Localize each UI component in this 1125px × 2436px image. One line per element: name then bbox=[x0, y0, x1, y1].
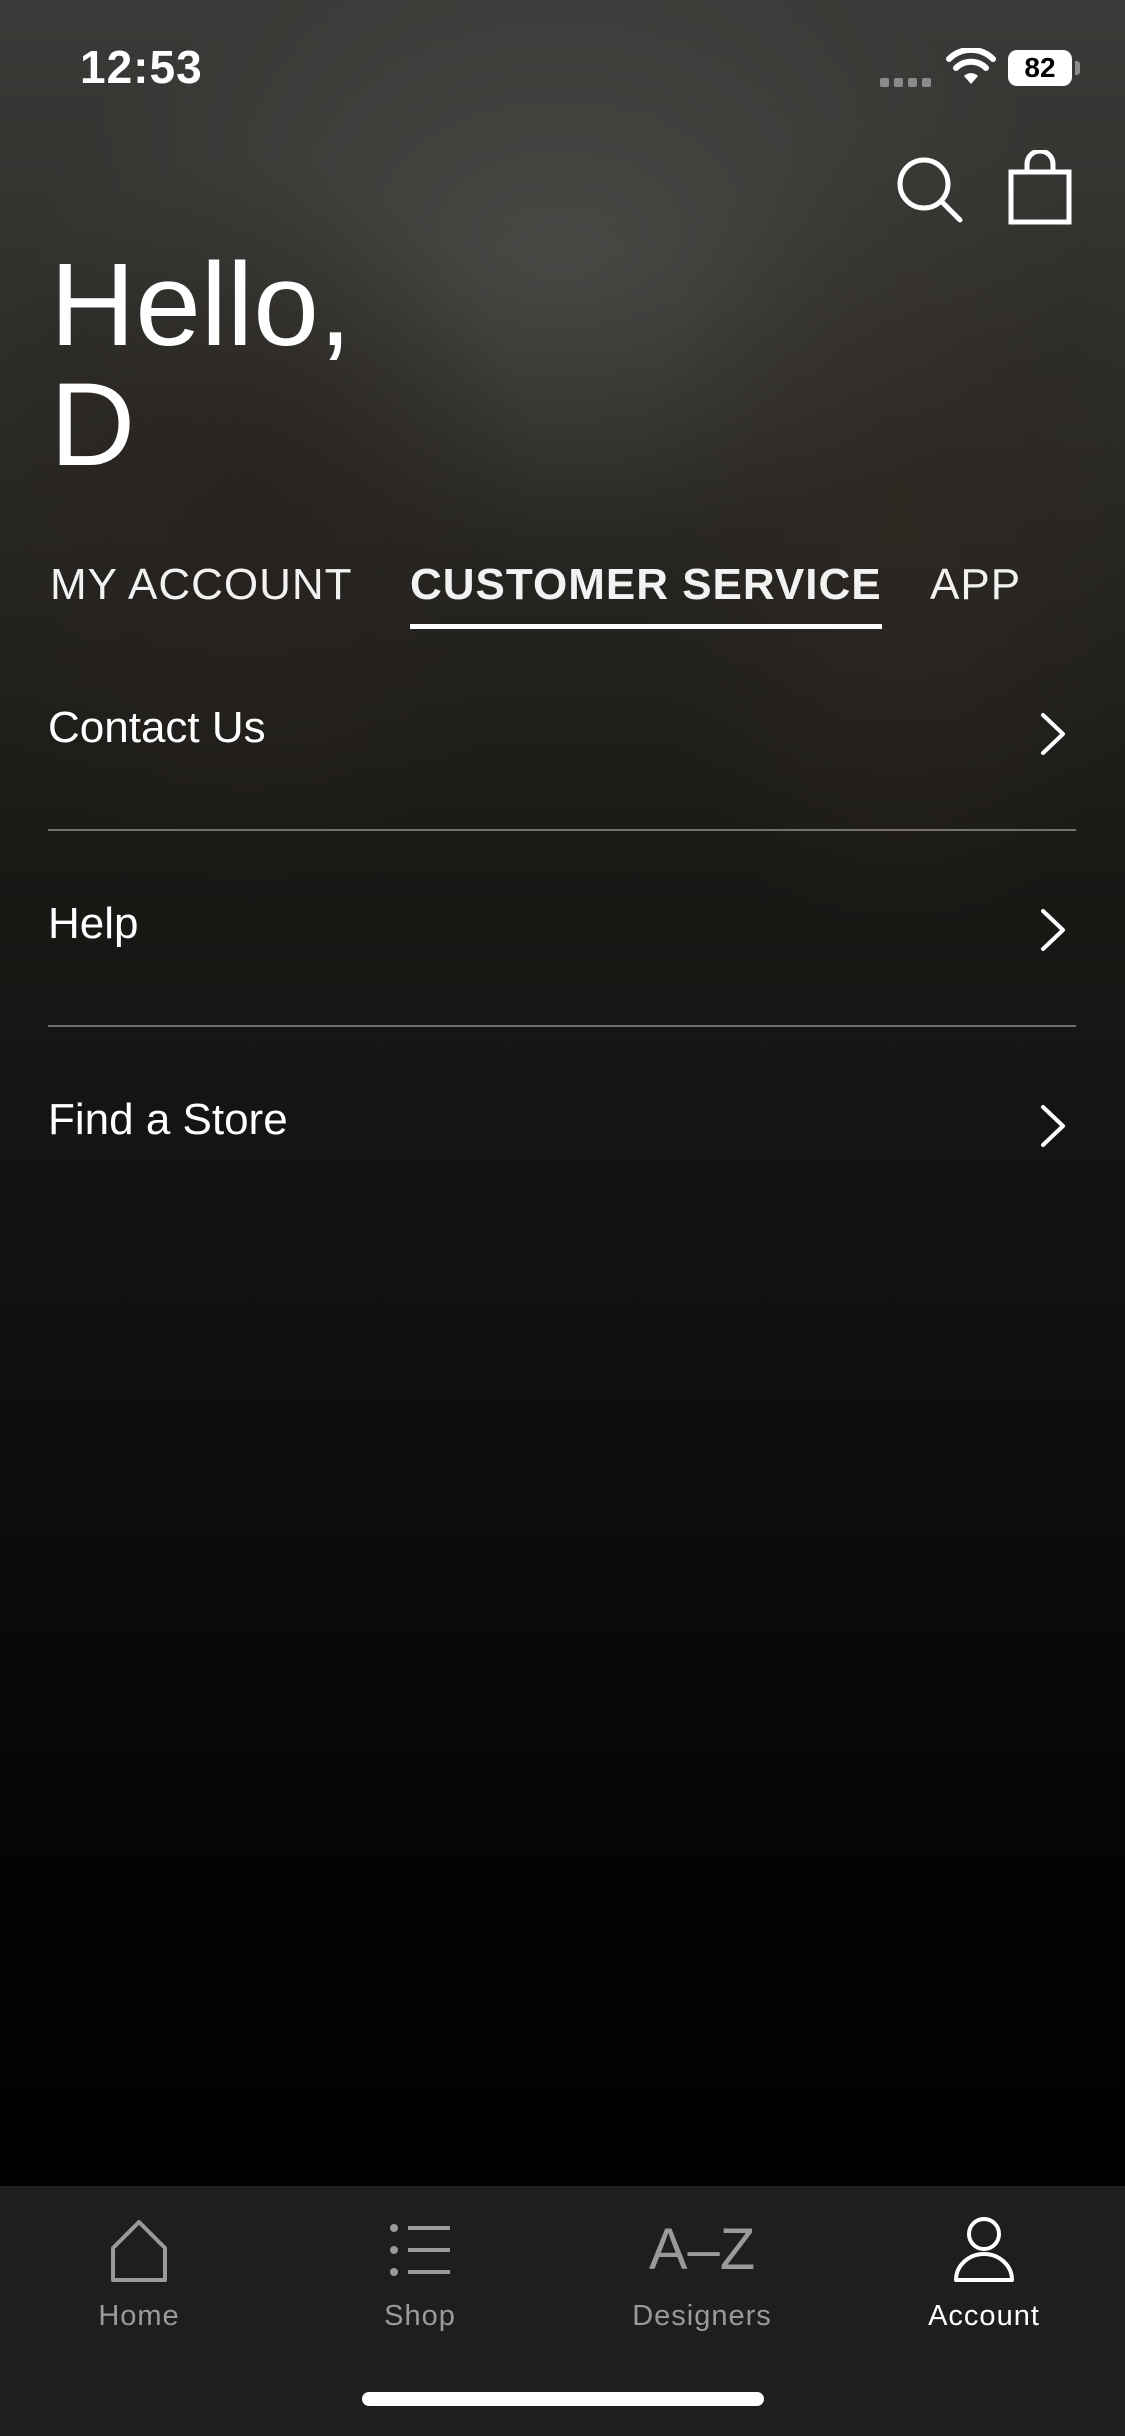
home-icon bbox=[111, 2220, 167, 2282]
chevron-right-icon bbox=[1041, 713, 1065, 755]
list-icon bbox=[390, 2224, 450, 2276]
menu-item-find-a-store[interactable]: Find a Store bbox=[48, 1027, 1076, 1221]
tab-bar-label: Designers bbox=[632, 2300, 772, 2332]
greeting: Hello, D bbox=[50, 245, 352, 485]
menu-item-contact-us[interactable]: Contact Us bbox=[48, 635, 1076, 831]
tab-my-account[interactable]: MY ACCOUNT bbox=[50, 560, 353, 610]
greeting-name: D bbox=[50, 359, 136, 491]
tab-bar-shop[interactable]: Shop bbox=[320, 2214, 520, 2344]
tab-bar-home[interactable]: Home bbox=[39, 2214, 239, 2344]
menu-item-help[interactable]: Help bbox=[48, 831, 1076, 1027]
status-bar: 12:53 82 bbox=[0, 0, 1125, 140]
bag-icon[interactable] bbox=[1003, 150, 1083, 230]
person-icon bbox=[954, 2217, 1014, 2282]
tab-bar-designers[interactable]: A–Z Designers bbox=[602, 2214, 802, 2344]
home-indicator bbox=[362, 2392, 764, 2406]
tab-bar-label: Account bbox=[928, 2300, 1040, 2332]
signal-icon bbox=[880, 74, 936, 87]
tab-bar-account[interactable]: Account bbox=[884, 2214, 1084, 2344]
chevron-right-icon bbox=[1041, 1105, 1065, 1147]
customer-service-menu: Contact Us Help Find a Store bbox=[48, 635, 1076, 1221]
tab-bar-label: Home bbox=[98, 2300, 180, 2332]
battery-icon: 82 bbox=[1008, 50, 1080, 86]
wifi-icon bbox=[946, 48, 996, 84]
greeting-line-1: Hello, bbox=[50, 239, 352, 371]
chevron-right-icon bbox=[1041, 909, 1065, 951]
tab-bar-label: Shop bbox=[384, 2300, 456, 2332]
tab-app[interactable]: APP bbox=[930, 560, 1021, 610]
battery-level: 82 bbox=[1008, 50, 1072, 86]
menu-item-label: Help bbox=[48, 899, 139, 948]
tab-customer-service[interactable]: CUSTOMER SERVICE bbox=[410, 560, 882, 629]
search-icon[interactable] bbox=[890, 150, 970, 230]
account-tabs: MY ACCOUNT CUSTOMER SERVICE APP bbox=[0, 560, 1125, 640]
menu-item-label: Contact Us bbox=[48, 703, 266, 752]
screen: 12:53 82 Hello, D MY ACCOUNT CUSTOMER SE… bbox=[0, 0, 1125, 2436]
menu-item-label: Find a Store bbox=[48, 1095, 288, 1144]
status-time: 12:53 bbox=[80, 41, 203, 93]
a-z-icon: A–Z bbox=[648, 2217, 756, 2282]
